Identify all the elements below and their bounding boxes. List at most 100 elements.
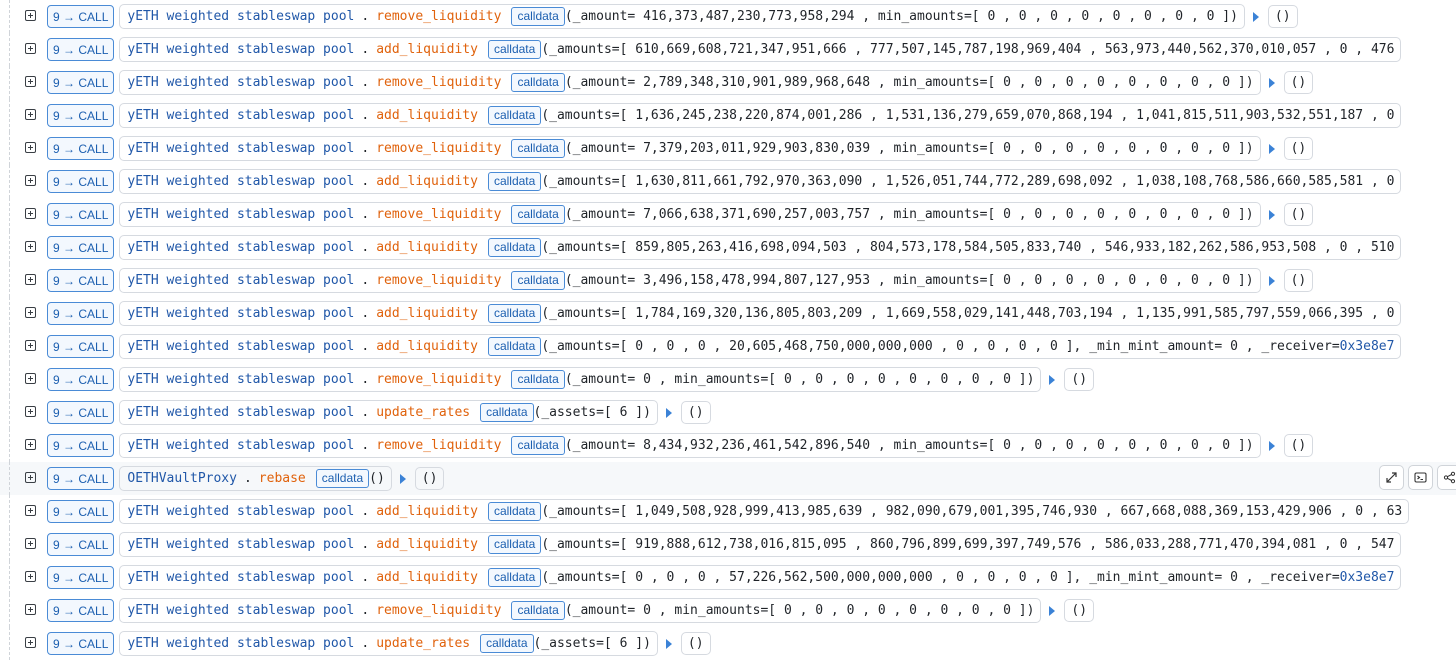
contract-name[interactable]: yETH weighted stableswap pool bbox=[127, 9, 354, 24]
contract-name[interactable]: yETH weighted stableswap pool bbox=[127, 405, 354, 420]
expand-plus-icon[interactable] bbox=[25, 307, 36, 318]
call-signature[interactable]: yETH weighted stableswap pool. remove_liq… bbox=[119, 202, 1261, 227]
expand-plus-icon[interactable] bbox=[25, 142, 36, 153]
contract-name[interactable]: yETH weighted stableswap pool bbox=[127, 273, 354, 288]
expand-plus-icon[interactable] bbox=[25, 439, 36, 450]
contract-name[interactable]: yETH weighted stableswap pool bbox=[127, 42, 354, 57]
method-name[interactable]: rebase bbox=[259, 471, 306, 486]
contract-name[interactable]: yETH weighted stableswap pool bbox=[127, 636, 354, 651]
expand-plus-icon[interactable] bbox=[25, 76, 36, 87]
trace-row[interactable]: 9 → CALL yETH weighted stableswap pool. up… bbox=[0, 396, 1456, 429]
receiver-address-link[interactable]: 0x3e8e7 bbox=[1340, 570, 1395, 585]
calldata-button[interactable]: calldata bbox=[487, 40, 542, 59]
trace-row[interactable]: 9 → CALL yETH weighted stableswap pool. ad… bbox=[0, 33, 1456, 66]
call-signature[interactable]: yETH weighted stableswap pool. remove_liq… bbox=[119, 268, 1261, 293]
method-name[interactable]: add_liquidity bbox=[376, 570, 478, 585]
method-name[interactable]: add_liquidity bbox=[376, 108, 478, 123]
return-value[interactable]: () bbox=[680, 632, 711, 655]
method-name[interactable]: remove_liquidity bbox=[376, 141, 501, 156]
method-name[interactable]: remove_liquidity bbox=[376, 9, 501, 24]
expand-plus-icon[interactable] bbox=[25, 43, 36, 54]
return-value[interactable]: () bbox=[1283, 203, 1314, 226]
return-value[interactable]: () bbox=[1283, 434, 1314, 457]
trace-row[interactable]: 9 → CALL yETH weighted stableswap pool. re… bbox=[0, 66, 1456, 99]
trace-row[interactable]: 9 → CALL yETH weighted stableswap pool. ad… bbox=[0, 330, 1456, 363]
method-name[interactable]: remove_liquidity bbox=[376, 603, 501, 618]
expand-plus-icon[interactable] bbox=[25, 472, 36, 483]
return-value[interactable]: () bbox=[1283, 71, 1314, 94]
method-name[interactable]: add_liquidity bbox=[376, 504, 478, 519]
return-value[interactable]: () bbox=[1064, 599, 1095, 622]
contract-name[interactable]: yETH weighted stableswap pool bbox=[127, 108, 354, 123]
method-name[interactable]: remove_liquidity bbox=[376, 438, 501, 453]
calldata-button[interactable]: calldata bbox=[315, 469, 370, 488]
call-signature[interactable]: OETHVaultProxy. rebase calldata() bbox=[119, 466, 392, 491]
calldata-button[interactable]: calldata bbox=[480, 634, 534, 653]
trace-row[interactable]: 9 → CALL yETH weighted stableswap pool. re… bbox=[0, 132, 1456, 165]
expand-plus-icon[interactable] bbox=[25, 274, 36, 285]
contract-name[interactable]: yETH weighted stableswap pool bbox=[127, 339, 354, 354]
return-value[interactable]: () bbox=[414, 467, 445, 490]
contract-name[interactable]: yETH weighted stableswap pool bbox=[127, 306, 354, 321]
return-value[interactable]: () bbox=[1283, 269, 1314, 292]
call-signature[interactable]: yETH weighted stableswap pool. add_liquid… bbox=[119, 499, 1410, 524]
call-signature[interactable]: yETH weighted stableswap pool. add_liquid… bbox=[119, 565, 1402, 590]
contract-name[interactable]: yETH weighted stableswap pool bbox=[127, 240, 354, 255]
call-signature[interactable]: yETH weighted stableswap pool. add_liquid… bbox=[119, 532, 1402, 557]
expand-plus-icon[interactable] bbox=[25, 637, 36, 648]
calldata-button[interactable]: calldata bbox=[487, 568, 542, 587]
call-signature[interactable]: yETH weighted stableswap pool. add_liquid… bbox=[119, 301, 1402, 326]
trace-row[interactable]: 9 → CALL OETHVaultProxy. rebase calldata()(… bbox=[0, 462, 1456, 495]
calldata-button[interactable]: calldata bbox=[487, 172, 542, 191]
calldata-button[interactable]: calldata bbox=[487, 502, 542, 521]
calldata-button[interactable]: calldata bbox=[480, 403, 534, 422]
trace-row[interactable]: 9 → CALL yETH weighted stableswap pool. ad… bbox=[0, 297, 1456, 330]
call-signature[interactable]: yETH weighted stableswap pool. add_liquid… bbox=[119, 235, 1402, 260]
trace-row[interactable]: 9 → CALL yETH weighted stableswap pool. re… bbox=[0, 264, 1456, 297]
contract-name[interactable]: yETH weighted stableswap pool bbox=[127, 570, 354, 585]
receiver-address-link[interactable]: 0x3e8e7 bbox=[1340, 339, 1395, 354]
expand-plus-icon[interactable] bbox=[25, 109, 36, 120]
call-signature[interactable]: yETH weighted stableswap pool. remove_liq… bbox=[119, 598, 1042, 623]
contract-name[interactable]: yETH weighted stableswap pool bbox=[127, 438, 354, 453]
trace-row[interactable]: 9 → CALL yETH weighted stableswap pool. up… bbox=[0, 627, 1456, 660]
expand-icon[interactable] bbox=[1379, 465, 1404, 490]
call-signature[interactable]: yETH weighted stableswap pool. add_liquid… bbox=[119, 103, 1402, 128]
call-signature[interactable]: yETH weighted stableswap pool. remove_liq… bbox=[119, 367, 1042, 392]
method-name[interactable]: update_rates bbox=[376, 636, 470, 651]
return-value[interactable]: () bbox=[680, 401, 711, 424]
trace-row[interactable]: 9 → CALL yETH weighted stableswap pool. ad… bbox=[0, 561, 1456, 594]
return-value[interactable]: () bbox=[1267, 5, 1298, 28]
contract-name[interactable]: OETHVaultProxy bbox=[127, 471, 237, 486]
expand-plus-icon[interactable] bbox=[25, 241, 36, 252]
call-signature[interactable]: yETH weighted stableswap pool. add_liquid… bbox=[119, 169, 1402, 194]
call-signature[interactable]: yETH weighted stableswap pool. add_liquid… bbox=[119, 334, 1402, 359]
contract-name[interactable]: yETH weighted stableswap pool bbox=[127, 207, 354, 222]
trace-row[interactable]: 9 → CALL yETH weighted stableswap pool. re… bbox=[0, 429, 1456, 462]
calldata-button[interactable]: calldata bbox=[511, 7, 565, 26]
calldata-button[interactable]: calldata bbox=[487, 304, 542, 323]
call-signature[interactable]: yETH weighted stableswap pool. remove_liq… bbox=[119, 136, 1261, 161]
call-signature[interactable]: yETH weighted stableswap pool. remove_liq… bbox=[119, 433, 1261, 458]
expand-plus-icon[interactable] bbox=[25, 10, 36, 21]
method-name[interactable]: add_liquidity bbox=[376, 306, 478, 321]
contract-name[interactable]: yETH weighted stableswap pool bbox=[127, 174, 354, 189]
method-name[interactable]: add_liquidity bbox=[376, 42, 478, 57]
trace-row[interactable]: 9 → CALL yETH weighted stableswap pool. re… bbox=[0, 594, 1456, 627]
calldata-button[interactable]: calldata bbox=[487, 337, 542, 356]
calldata-button[interactable]: calldata bbox=[511, 205, 565, 224]
trace-row[interactable]: 9 → CALL yETH weighted stableswap pool. ad… bbox=[0, 528, 1456, 561]
expand-plus-icon[interactable] bbox=[25, 538, 36, 549]
expand-plus-icon[interactable] bbox=[25, 604, 36, 615]
method-name[interactable]: remove_liquidity bbox=[376, 207, 501, 222]
method-name[interactable]: remove_liquidity bbox=[376, 75, 501, 90]
trace-row[interactable]: 9 → CALL yETH weighted stableswap pool. ad… bbox=[0, 231, 1456, 264]
expand-plus-icon[interactable] bbox=[25, 208, 36, 219]
contract-name[interactable]: yETH weighted stableswap pool bbox=[127, 141, 354, 156]
call-signature[interactable]: yETH weighted stableswap pool. update_rat… bbox=[119, 631, 658, 656]
calldata-button[interactable]: calldata bbox=[511, 370, 565, 389]
trace-row[interactable]: 9 → CALL yETH weighted stableswap pool. re… bbox=[0, 363, 1456, 396]
method-name[interactable]: add_liquidity bbox=[376, 174, 478, 189]
contract-name[interactable]: yETH weighted stableswap pool bbox=[127, 504, 354, 519]
calldata-button[interactable]: calldata bbox=[487, 238, 542, 257]
